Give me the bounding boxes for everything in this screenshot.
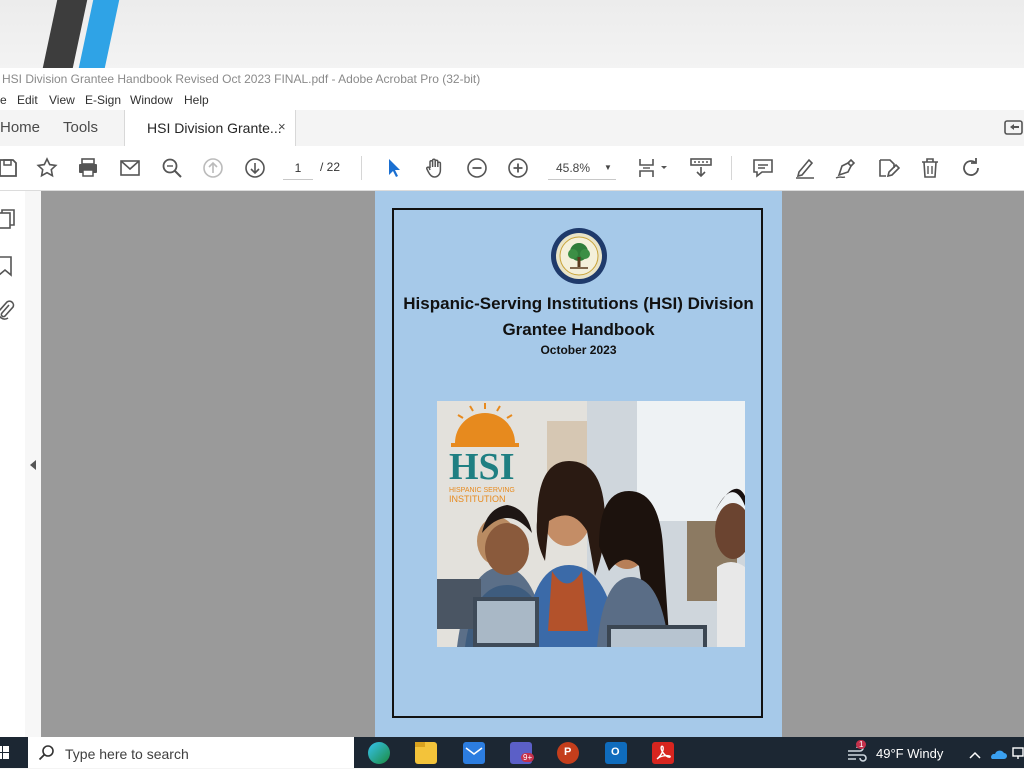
page-fit-icon[interactable] xyxy=(637,156,671,180)
email-icon[interactable] xyxy=(118,156,142,180)
rotate-icon[interactable] xyxy=(959,156,983,180)
share-screen-icon[interactable] xyxy=(1002,118,1024,138)
edge-browser-icon[interactable] xyxy=(368,742,390,764)
zoom-level-dropdown[interactable]: 45.8% ▼ xyxy=(548,157,616,180)
hsi-logo-subtext-1: HISPANIC SERVING xyxy=(449,487,515,494)
save-icon[interactable] xyxy=(0,156,20,180)
window-title: HSI Division Grantee Handbook Revised Oc… xyxy=(2,72,481,86)
pdf-page: Hispanic-Serving Institutions (HSI) Divi… xyxy=(375,191,782,737)
attachments-icon[interactable] xyxy=(0,299,16,321)
hsi-logo-subtext-2: INSTITUTION xyxy=(449,494,506,504)
onedrive-icon[interactable] xyxy=(989,747,1007,759)
windows-taskbar: Type here to search 9+ P O 1 49°F Windy xyxy=(0,737,1024,768)
toolbar-divider xyxy=(731,156,732,180)
comment-icon[interactable] xyxy=(751,156,775,180)
search-icon xyxy=(38,744,56,762)
weather-icon[interactable]: 1 xyxy=(846,740,868,763)
menu-view[interactable]: View xyxy=(49,93,75,107)
zoom-level-value: 45.8% xyxy=(556,161,591,175)
taskbar-search-box[interactable]: Type here to search xyxy=(28,737,354,768)
select-cursor-icon[interactable] xyxy=(382,156,406,180)
toolbar-divider xyxy=(361,156,362,180)
edit-pdf-icon[interactable] xyxy=(876,156,901,180)
powerpoint-icon[interactable]: P xyxy=(557,742,579,764)
menu-edit[interactable]: Edit xyxy=(17,93,38,107)
window-title-bar: HSI Division Grantee Handbook Revised Oc… xyxy=(0,68,1024,90)
document-title: Hispanic-Serving Institutions (HSI) Divi… xyxy=(375,291,782,343)
bookmarks-icon[interactable] xyxy=(0,255,16,277)
left-navigation-rail xyxy=(0,191,26,737)
tab-tools[interactable]: Tools xyxy=(63,119,98,136)
acrobat-icon[interactable] xyxy=(652,742,674,764)
menu-file[interactable]: e xyxy=(0,93,7,107)
search-placeholder: Type here to search xyxy=(65,746,189,762)
outlook-icon[interactable]: O xyxy=(605,742,627,764)
network-icon[interactable] xyxy=(1012,746,1024,760)
windows-start-icon[interactable] xyxy=(0,746,10,760)
menu-window[interactable]: Window xyxy=(130,93,173,107)
panel-collapse-strip[interactable] xyxy=(25,191,42,737)
page-total: / 22 xyxy=(320,160,341,174)
sign-icon[interactable] xyxy=(834,156,858,180)
tab-document-label: HSI Division Grante... xyxy=(147,120,282,136)
collapse-arrow-icon[interactable] xyxy=(29,458,37,470)
document-title-line-1: Hispanic-Serving Institutions (HSI) Divi… xyxy=(403,294,754,313)
print-icon[interactable] xyxy=(76,156,100,180)
delete-icon[interactable] xyxy=(918,156,942,180)
teams-icon[interactable]: 9+ xyxy=(510,742,535,764)
hsi-logo-text: HSI xyxy=(449,446,514,488)
document-title-line-2: Grantee Handbook xyxy=(502,320,655,339)
zoom-out-icon[interactable] xyxy=(465,156,489,180)
page-down-icon[interactable] xyxy=(243,156,267,180)
students-photo: HSI HISPANIC SERVING INSTITUTION xyxy=(437,401,745,647)
chevron-down-icon: ▼ xyxy=(604,163,612,172)
teams-badge: 9+ xyxy=(521,753,535,762)
chevron-up-icon[interactable] xyxy=(969,747,981,759)
scroll-mode-icon[interactable] xyxy=(689,156,713,180)
menu-bar: e Edit View E-Sign Window Help xyxy=(0,90,1024,111)
menu-help[interactable]: Help xyxy=(184,93,209,107)
page-thumbnails-icon[interactable] xyxy=(0,209,16,231)
tab-home[interactable]: Home xyxy=(0,119,40,136)
department-of-education-seal xyxy=(551,228,607,284)
document-date: October 2023 xyxy=(540,343,617,357)
mail-icon[interactable] xyxy=(463,742,485,764)
page-number-input[interactable]: 1 xyxy=(283,157,313,180)
tab-document[interactable]: HSI Division Grante... × xyxy=(124,110,296,146)
page-up-icon[interactable] xyxy=(201,156,225,180)
menu-esign[interactable]: E-Sign xyxy=(85,93,121,107)
document-viewport[interactable]: Hispanic-Serving Institutions (HSI) Divi… xyxy=(41,191,1024,737)
hand-tool-icon[interactable] xyxy=(423,156,447,180)
weather-text[interactable]: 49°F Windy xyxy=(876,746,943,761)
close-tab-icon[interactable]: × xyxy=(278,119,286,134)
bookmark-star-icon[interactable] xyxy=(35,156,59,180)
highlight-icon[interactable] xyxy=(793,156,817,180)
zoom-in-icon[interactable] xyxy=(506,156,530,180)
toolbar: 1 / 22 45.8% ▼ xyxy=(0,146,1024,191)
desktop-background xyxy=(0,0,1024,68)
find-zoom-icon[interactable] xyxy=(160,156,184,180)
file-explorer-icon[interactable] xyxy=(415,742,437,764)
tab-row: Home Tools HSI Division Grante... × xyxy=(0,110,1024,147)
cover-photo: HSI HISPANIC SERVING INSTITUTION xyxy=(437,401,745,647)
